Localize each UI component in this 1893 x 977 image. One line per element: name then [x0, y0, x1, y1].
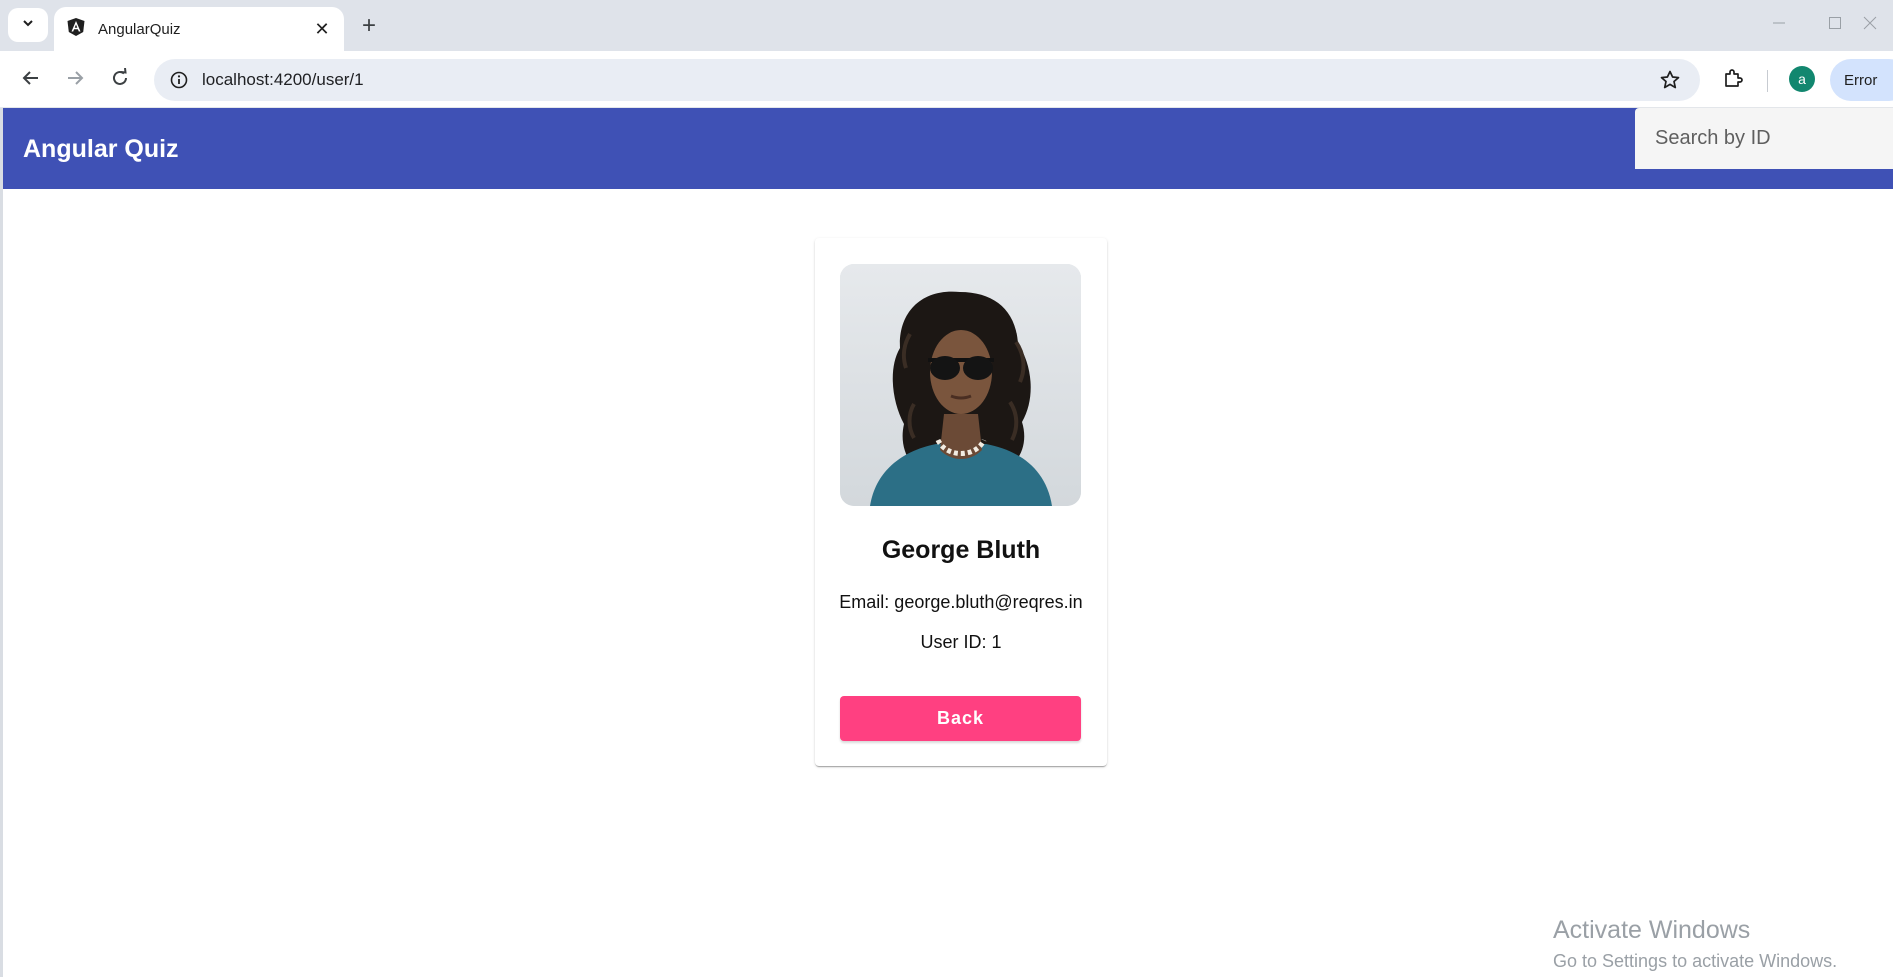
- window-left-edge: [0, 108, 3, 977]
- close-window-button[interactable]: [1863, 0, 1893, 51]
- reload-button[interactable]: [103, 63, 137, 97]
- tab-search-button[interactable]: [8, 8, 48, 42]
- close-window-icon: [1863, 16, 1877, 35]
- close-tab-icon[interactable]: ✕: [310, 17, 334, 41]
- new-tab-button[interactable]: +: [354, 11, 384, 41]
- profile-avatar[interactable]: a: [1789, 66, 1815, 92]
- back-nav-button[interactable]: [14, 63, 48, 97]
- extensions-button[interactable]: [1716, 63, 1750, 97]
- url-text: localhost:4200/user/1: [202, 70, 364, 89]
- toolbar-divider: [1767, 70, 1768, 92]
- puzzle-piece-icon: [1722, 67, 1744, 94]
- user-id: User ID: 1: [920, 632, 1002, 652]
- more-menu-icon[interactable]: ⋮: [1887, 71, 1893, 89]
- error-chip[interactable]: Error ⋮: [1830, 59, 1893, 101]
- browser-tabstrip: AngularQuiz ✕ +: [0, 0, 1893, 51]
- user-name: George Bluth: [881, 536, 1041, 564]
- maximize-button[interactable]: [1807, 0, 1863, 51]
- user-avatar-image: [840, 264, 1081, 506]
- arrow-left-icon: [21, 68, 41, 93]
- watermark-title: Activate Windows: [1553, 916, 1751, 944]
- maximize-icon: [1828, 16, 1842, 35]
- arrow-right-icon: [65, 68, 85, 93]
- error-label: Error: [1844, 71, 1878, 89]
- chevron-down-icon: [21, 16, 35, 35]
- activate-windows-watermark: Activate Windows Go to Settings to activ…: [1553, 916, 1837, 972]
- address-bar[interactable]: localhost:4200/user/1: [154, 59, 1700, 101]
- minimize-button[interactable]: [1751, 0, 1807, 51]
- site-info-icon[interactable]: [166, 67, 192, 93]
- watermark-subtitle: Go to Settings to activate Windows.: [1553, 951, 1838, 971]
- browser-tab-active[interactable]: AngularQuiz ✕: [54, 7, 344, 51]
- tab-title: AngularQuiz: [98, 20, 181, 38]
- back-button[interactable]: Back: [840, 696, 1081, 741]
- user-email: Email: george.bluth@reqres.in: [839, 592, 1083, 612]
- plus-icon: +: [361, 12, 376, 39]
- window-controls: [1751, 0, 1893, 51]
- user-card: George Bluth Email: george.bluth@reqres.…: [815, 238, 1107, 766]
- bookmark-star-icon[interactable]: [1650, 60, 1690, 100]
- minimize-icon: [1772, 16, 1786, 35]
- angular-logo-icon: [66, 17, 86, 42]
- search-input[interactable]: [1655, 127, 1893, 150]
- forward-nav-button[interactable]: [58, 63, 92, 97]
- browser-toolbar: localhost:4200/user/1 a Error ⋮: [0, 51, 1893, 108]
- search-field[interactable]: [1635, 108, 1893, 169]
- app-title[interactable]: Angular Quiz: [23, 135, 179, 164]
- reload-icon: [110, 67, 130, 93]
- app-toolbar: Angular Quiz: [3, 108, 1893, 189]
